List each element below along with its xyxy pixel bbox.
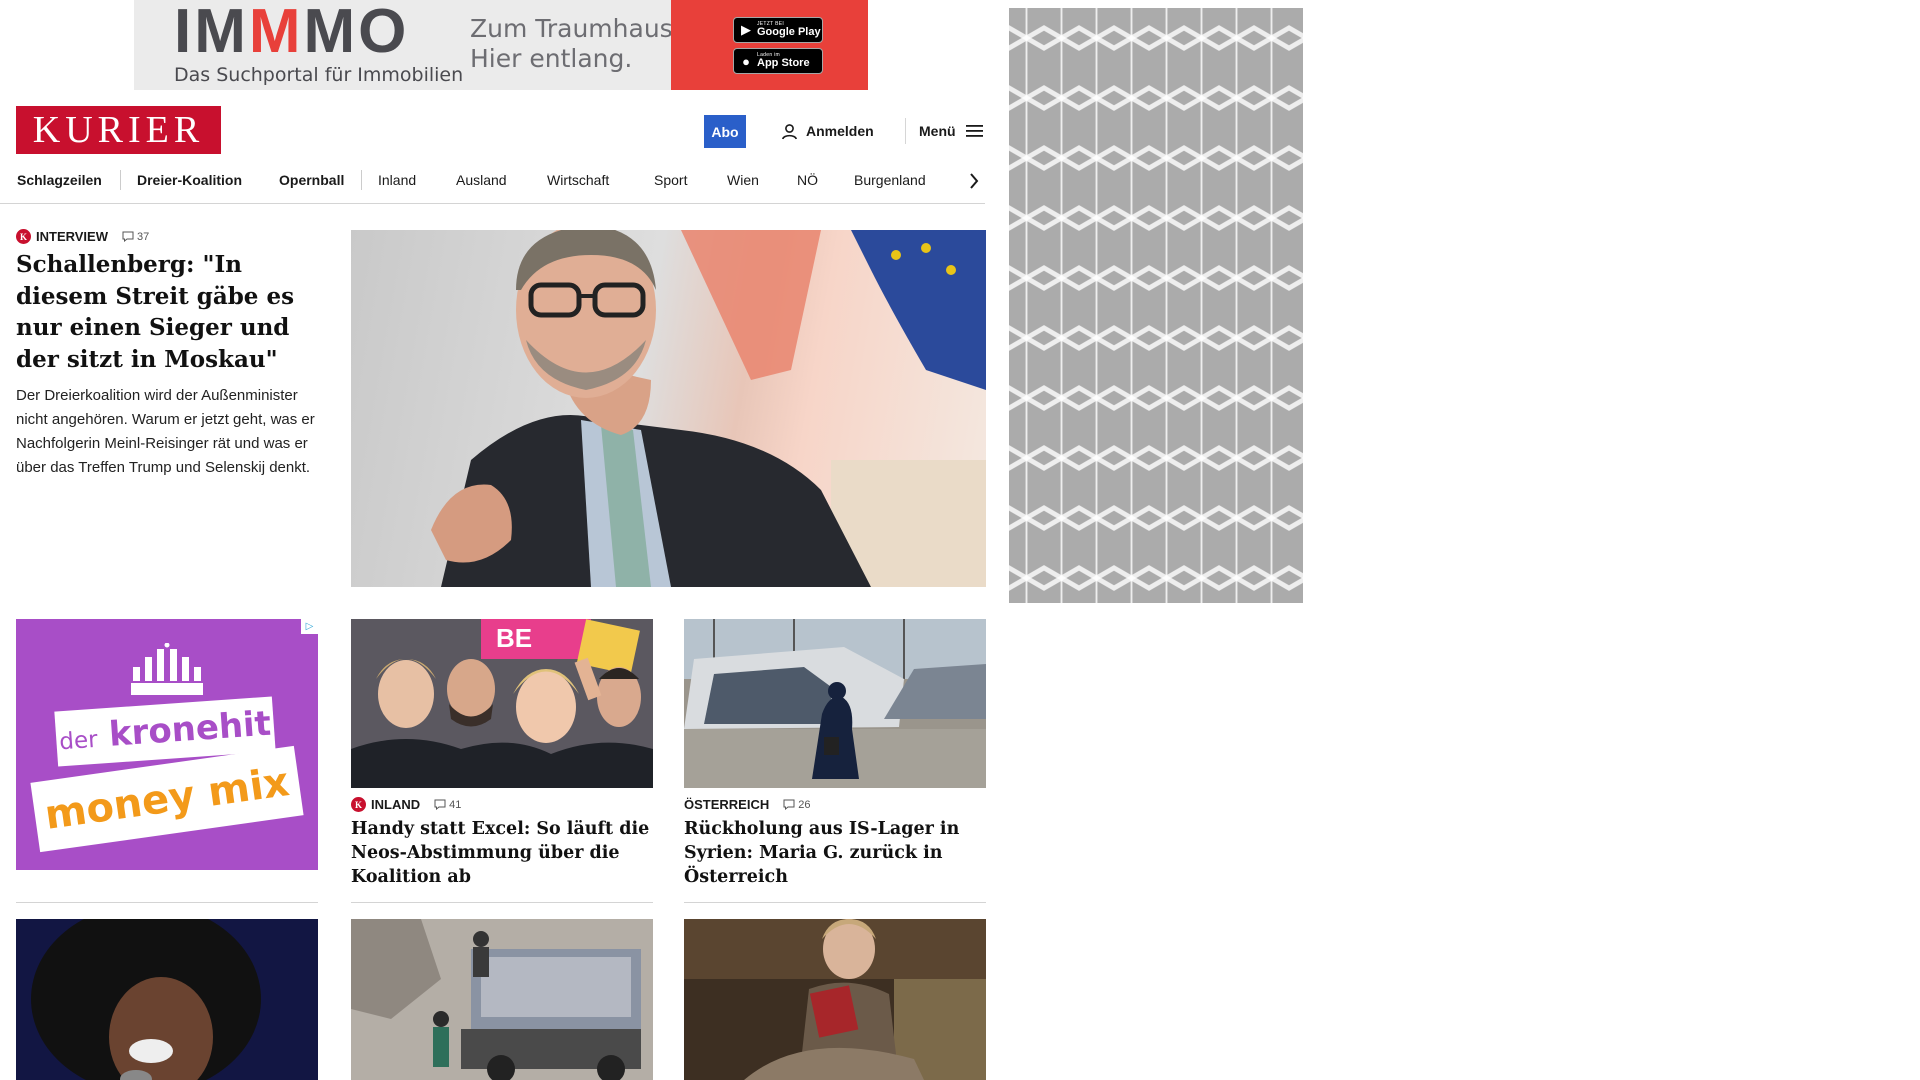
- lead-category[interactable]: INTERVIEW: [36, 229, 108, 244]
- hamburger-icon: [965, 125, 983, 137]
- nav-item-sport[interactable]: Sport: [654, 170, 687, 190]
- nav-separator: [120, 170, 121, 190]
- lead-meta: K INTERVIEW 37: [16, 229, 149, 244]
- tile-divider: [684, 902, 986, 903]
- tile-comment-count[interactable]: 26: [783, 799, 810, 811]
- tile-headline[interactable]: Rückholung aus IS-Lager in Syrien: Maria…: [684, 817, 984, 889]
- tile-category[interactable]: ÖSTERREICH: [684, 797, 769, 812]
- tile-photo[interactable]: [16, 919, 318, 1080]
- lead-photo[interactable]: [351, 230, 986, 587]
- login-button[interactable]: Anmelden: [781, 121, 874, 141]
- adchoices-icon[interactable]: ▷: [301, 619, 318, 634]
- nav-item-inland[interactable]: Inland: [378, 170, 416, 190]
- camp-photo: [684, 619, 986, 788]
- lead-teaser[interactable]: Der Dreierkoalition wird der Außenminist…: [16, 384, 324, 480]
- tile-meta: K INLAND 41: [351, 797, 461, 812]
- crown-icon: [131, 643, 203, 695]
- tile-photo[interactable]: [351, 919, 653, 1080]
- tile-headline[interactable]: Handy statt Excel: So läuft die Neos-Abs…: [351, 817, 651, 889]
- immmo-logo: IMMMO: [174, 0, 410, 66]
- kurier-plus-badge: K: [351, 797, 366, 812]
- nav-item-dreier-koalition[interactable]: Dreier-Koalition: [137, 170, 242, 190]
- aid-truck-photo: [351, 919, 653, 1080]
- menu-button[interactable]: Menü: [919, 121, 983, 141]
- nav-item-schlagzeilen[interactable]: Schlagzeilen: [17, 170, 102, 190]
- nav-separator: [361, 170, 362, 190]
- user-icon: [782, 123, 797, 139]
- login-label: Anmelden: [806, 123, 874, 139]
- tile-comment-count[interactable]: 41: [434, 799, 461, 811]
- lead-comment-count[interactable]: 37: [122, 231, 149, 243]
- tile-photo[interactable]: [684, 919, 986, 1080]
- kurier-plus-badge: K: [16, 229, 31, 244]
- ad-claim: Zum Traumhaus? Hier entlang.: [470, 14, 686, 73]
- nav-item-opernball[interactable]: Opernball: [279, 170, 344, 190]
- menu-label: Menü: [919, 123, 956, 139]
- nav-item-ausland[interactable]: Ausland: [456, 170, 507, 190]
- google-play-badge[interactable]: ▶ JETZT BEI Google Play: [733, 17, 823, 43]
- lead-photo-illustration: [431, 230, 986, 587]
- ad-store-panel: ▶ JETZT BEI Google Play ● Laden im App Sto…: [671, 0, 868, 90]
- chevron-right-icon[interactable]: [964, 168, 984, 194]
- section-nav: Schlagzeilen Dreier-Koalition Opernball …: [0, 164, 985, 204]
- apple-icon: ●: [742, 53, 750, 69]
- nav-item-burgenland[interactable]: Burgenland: [854, 170, 926, 190]
- tile-divider: [351, 902, 653, 903]
- neos-crowd-photo: BE: [351, 619, 653, 788]
- reading-woman-photo: [684, 919, 986, 1080]
- tile-meta: ÖSTERREICH 26: [684, 797, 810, 812]
- comment-icon: [783, 799, 795, 810]
- comment-icon: [122, 231, 134, 242]
- kronehit-ad[interactable]: ▷ der kronehit money mix: [16, 619, 318, 870]
- tile-photo[interactable]: BE: [351, 619, 653, 788]
- nav-item-wirtschaft[interactable]: Wirtschaft: [547, 170, 609, 190]
- skyscraper-ad[interactable]: [1009, 8, 1303, 603]
- google-play-icon: ▶: [741, 22, 751, 37]
- comment-icon: [434, 799, 446, 810]
- kurier-logo[interactable]: KURIER: [16, 106, 221, 154]
- ad-divider: [16, 902, 318, 903]
- tile-category[interactable]: INLAND: [371, 797, 420, 812]
- singer-photo: [16, 919, 318, 1080]
- lead-headline[interactable]: Schallenberg: "In diesem Streit gäbe es …: [16, 249, 321, 375]
- ad-subtitle: Das Suchportal für Immobilien: [174, 64, 464, 86]
- top-banner-ad[interactable]: IMMMO Das Suchportal für Immobilien Zum …: [134, 0, 868, 90]
- app-store-badge[interactable]: ● Laden im App Store: [733, 48, 823, 74]
- svg-text:BE: BE: [496, 623, 532, 653]
- nav-item-wien[interactable]: Wien: [727, 170, 759, 190]
- nav-item-noe[interactable]: NÖ: [797, 170, 818, 190]
- abo-button[interactable]: Abo: [704, 115, 746, 148]
- header-divider: [905, 118, 906, 144]
- tile-photo[interactable]: [684, 619, 986, 788]
